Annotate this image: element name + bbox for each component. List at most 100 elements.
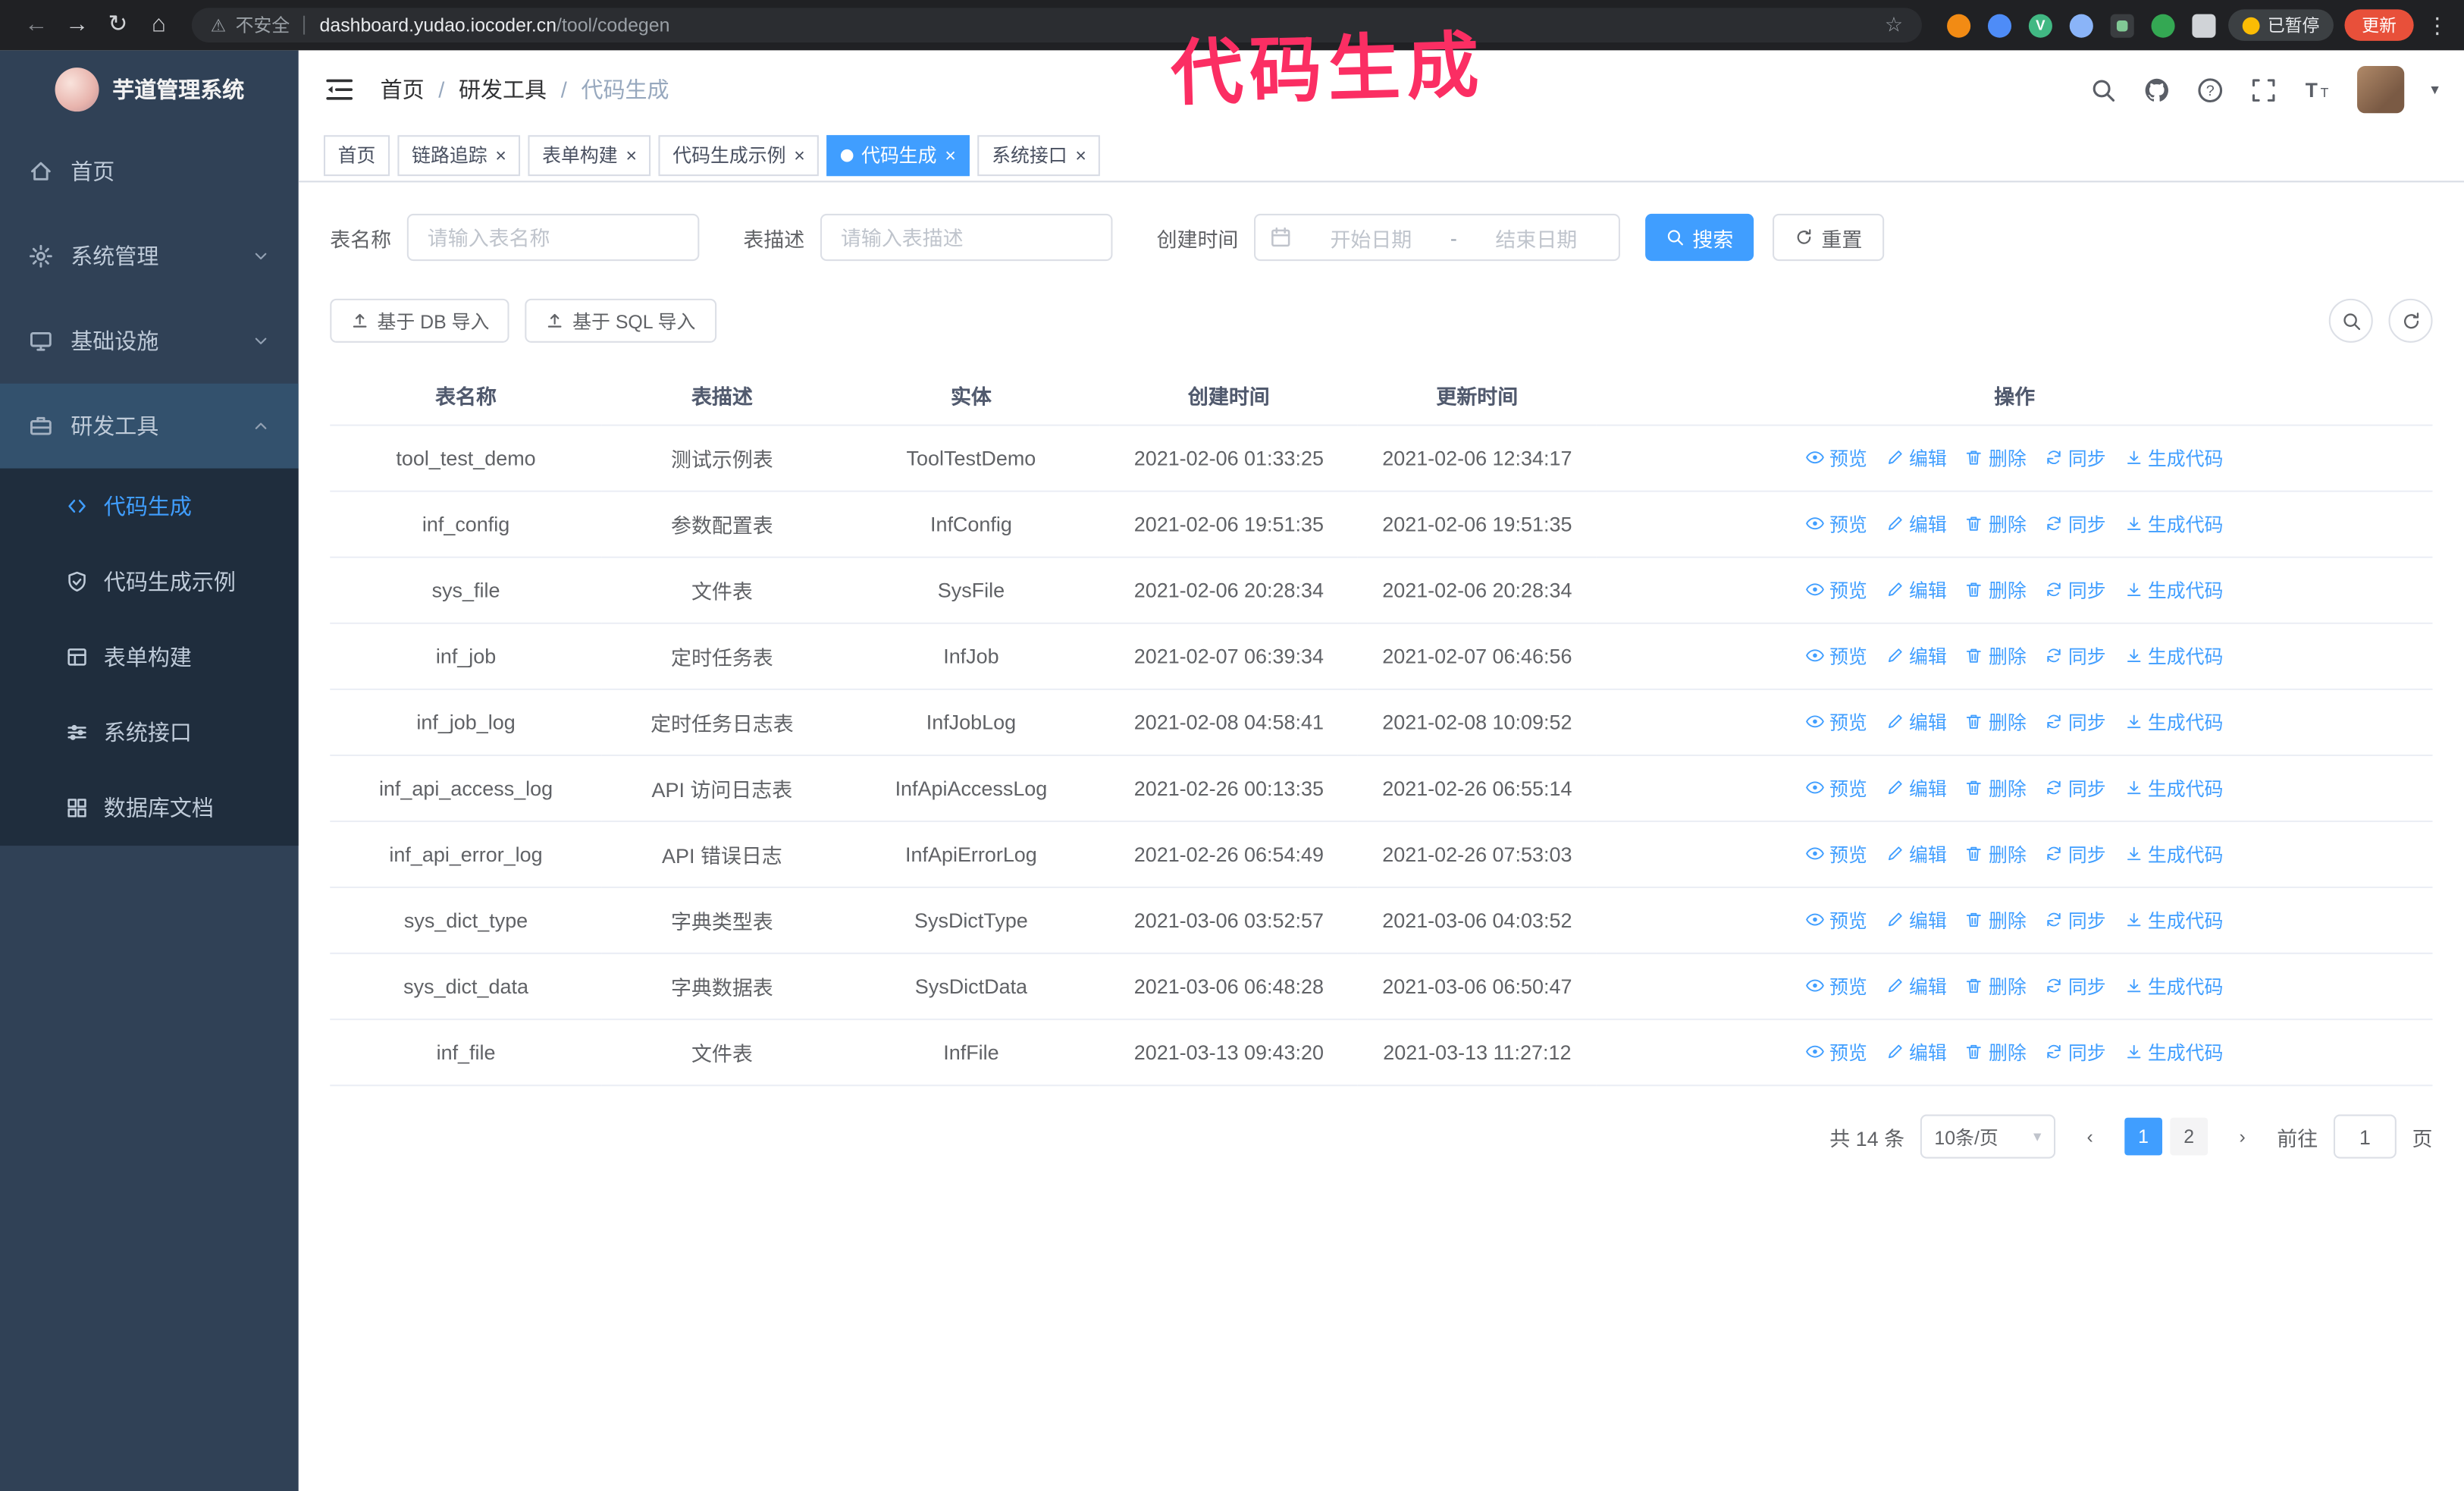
preview-link[interactable]: 预览 [1806,972,1867,999]
delete-link[interactable]: 删除 [1965,1039,2027,1066]
sidebar-item-db-doc[interactable]: 数据库文档 [0,771,299,846]
prev-page-button[interactable]: ‹ [2071,1117,2109,1156]
extension-icon-1[interactable] [1947,13,1971,37]
help-icon[interactable]: ? [2197,77,2224,103]
browser-back-icon[interactable]: ← [16,0,57,50]
delete-link[interactable]: 删除 [1965,642,2027,669]
edit-link[interactable]: 编辑 [1886,576,1947,603]
refresh-table-button[interactable] [2388,298,2433,343]
sidebar-item-form-builder[interactable]: 表单构建 [0,620,299,695]
browser-forward-icon[interactable]: → [57,0,98,50]
browser-home-icon[interactable]: ⌂ [138,0,179,50]
generate-code-link[interactable]: 生成代码 [2124,510,2223,537]
sidebar-item-home[interactable]: 首页 [0,129,299,214]
paused-badge[interactable]: 已暂停 [2228,9,2334,41]
table-desc-input[interactable] [820,213,1113,262]
tab[interactable]: 首页 [323,134,390,176]
sync-link[interactable]: 同步 [2045,906,2106,933]
update-button[interactable]: 更新 [2344,9,2414,41]
sync-link[interactable]: 同步 [2045,708,2106,735]
sidebar-item-codegen-example[interactable]: 代码生成示例 [0,544,299,619]
edit-link[interactable]: 编辑 [1886,708,1947,735]
sync-link[interactable]: 同步 [2045,444,2106,471]
delete-link[interactable]: 删除 [1965,906,2027,933]
tab[interactable]: 代码生成 × [826,134,970,176]
page-number-button[interactable]: 1 [2124,1117,2162,1156]
browser-menu-icon[interactable]: ⋮ [2426,12,2448,39]
table-row[interactable]: inf_config 参数配置表 InfConfig 2021-02-06 19… [330,491,2433,558]
avatar-caret-icon[interactable]: ▾ [2431,81,2438,99]
sidebar-item-codegen[interactable]: 代码生成 [0,469,299,544]
extension-icon-4[interactable] [2069,13,2093,37]
generate-code-link[interactable]: 生成代码 [2124,576,2223,603]
generate-code-link[interactable]: 生成代码 [2124,444,2223,471]
table-row[interactable]: tool_test_demo 测试示例表 ToolTestDemo 2021-0… [330,425,2433,492]
delete-link[interactable]: 删除 [1965,576,2027,603]
delete-link[interactable]: 删除 [1965,510,2027,537]
sidebar-item-api[interactable]: 系统接口 [0,695,299,770]
extension-icon-3[interactable]: V [2028,13,2052,37]
goto-page-input[interactable] [2333,1114,2397,1159]
edit-link[interactable]: 编辑 [1886,510,1947,537]
security-label[interactable]: 不安全 [236,13,290,38]
toggle-search-button[interactable] [2328,298,2373,343]
delete-link[interactable]: 删除 [1965,774,2027,801]
hamburger-icon[interactable] [324,74,355,105]
tab-close-icon[interactable]: × [794,146,805,165]
delete-link[interactable]: 删除 [1965,444,2027,471]
browser-reload-icon[interactable]: ↻ [98,0,139,50]
breadcrumb-item-devtools[interactable]: 研发工具 [459,74,547,105]
generate-code-link[interactable]: 生成代码 [2124,972,2223,999]
table-row[interactable]: sys_file 文件表 SysFile 2021-02-06 20:28:34… [330,557,2433,624]
sync-link[interactable]: 同步 [2045,576,2106,603]
sidebar-item-system[interactable]: 系统管理 [0,214,299,299]
preview-link[interactable]: 预览 [1806,840,1867,867]
tab-close-icon[interactable]: × [495,146,506,165]
edit-link[interactable]: 编辑 [1886,642,1947,669]
generate-code-link[interactable]: 生成代码 [2124,774,2223,801]
table-row[interactable]: inf_api_error_log API 错误日志 InfApiErrorLo… [330,821,2433,889]
generate-code-link[interactable]: 生成代码 [2124,840,2223,867]
tab[interactable]: 系统接口 × [977,134,1101,176]
sync-link[interactable]: 同步 [2045,840,2106,867]
table-row[interactable]: inf_job_log 定时任务日志表 InfJobLog 2021-02-08… [330,689,2433,756]
extensions-puzzle-icon[interactable] [2192,13,2216,37]
sync-link[interactable]: 同步 [2045,510,2106,537]
sync-link[interactable]: 同步 [2045,1039,2106,1066]
preview-link[interactable]: 预览 [1806,774,1867,801]
delete-link[interactable]: 删除 [1965,972,2027,999]
next-page-button[interactable]: › [2223,1117,2262,1156]
sync-link[interactable]: 同步 [2045,972,2106,999]
extension-icon-2[interactable] [1987,13,2012,37]
edit-link[interactable]: 编辑 [1886,840,1947,867]
user-avatar[interactable] [2356,66,2405,114]
sidebar-item-infra[interactable]: 基础设施 [0,299,299,384]
github-icon[interactable] [2143,77,2170,103]
delete-link[interactable]: 删除 [1965,708,2027,735]
generate-code-link[interactable]: 生成代码 [2124,708,2223,735]
tab-close-icon[interactable]: × [625,146,637,165]
tab[interactable]: 链路追踪 × [397,134,521,176]
table-row[interactable]: sys_dict_data 字典数据表 SysDictData 2021-03-… [330,953,2433,1021]
delete-link[interactable]: 删除 [1965,840,2027,867]
tab[interactable]: 代码生成示例 × [658,134,820,176]
tab[interactable]: 表单构建 × [528,134,651,176]
import-db-button[interactable]: 基于 DB 导入 [330,298,510,343]
tab-close-icon[interactable]: × [1075,146,1086,165]
tab-close-icon[interactable]: × [945,146,956,165]
edit-link[interactable]: 编辑 [1886,1039,1947,1066]
breadcrumb-item-home[interactable]: 首页 [381,74,425,105]
page-number-button[interactable]: 2 [2170,1117,2209,1156]
edit-link[interactable]: 编辑 [1886,774,1947,801]
date-range-picker[interactable]: 开始日期 - 结束日期 [1254,213,1621,262]
app-logo[interactable]: 芋道管理系统 [0,50,299,129]
page-url[interactable]: dashboard.yudao.iocoder.cn/tool/codegen [320,14,670,36]
extension-icon-6[interactable] [2151,13,2175,37]
preview-link[interactable]: 预览 [1806,642,1867,669]
search-button[interactable]: 搜索 [1645,213,1754,262]
address-bar[interactable]: ⚠ 不安全 dashboard.yudao.iocoder.cn/tool/co… [191,8,1922,42]
generate-code-link[interactable]: 生成代码 [2124,906,2223,933]
edit-link[interactable]: 编辑 [1886,972,1947,999]
generate-code-link[interactable]: 生成代码 [2124,1039,2223,1066]
extension-icon-5[interactable] [2110,13,2134,37]
